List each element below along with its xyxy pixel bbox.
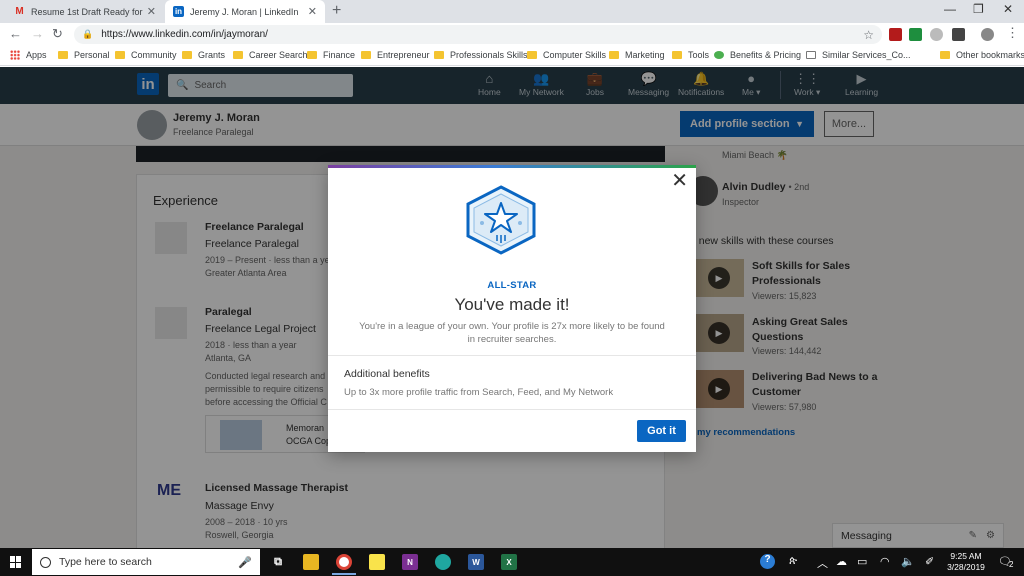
globe-icon [714, 51, 724, 59]
close-tab-icon[interactable]: ✕ [308, 5, 317, 18]
file-explorer-icon[interactable] [303, 554, 319, 570]
benefits-title: Additional benefits [344, 368, 430, 380]
cortana-icon [40, 556, 51, 568]
close-tab-icon[interactable]: ✕ [147, 5, 156, 18]
bookmark-professionals-skills[interactable]: Professionals Skills [434, 50, 528, 60]
chevron-up-icon[interactable]: ︿ [817, 555, 828, 571]
people-icon[interactable]: ጵ [789, 555, 797, 568]
folder-icon [672, 51, 682, 59]
cloud-icon[interactable]: ☁ [836, 555, 847, 568]
bookmark-personal[interactable]: Personal [58, 50, 110, 60]
modal-accent-bar [328, 165, 696, 168]
benefits-text: Up to 3x more profile traffic from Searc… [344, 387, 614, 398]
bookmark-grants[interactable]: Grants [182, 50, 225, 60]
back-icon[interactable]: ← [9, 26, 22, 41]
folder-icon [609, 51, 619, 59]
folder-icon [58, 51, 68, 59]
url-text: https://www.linkedin.com/in/jaymoran/ [101, 29, 268, 40]
bookmark-apps[interactable]: Apps [10, 50, 47, 60]
windows-taskbar: Type here to search 🎤 ⧉ N W X ? ጵ ︿ ☁ ▭ … [0, 548, 1024, 576]
url-bar[interactable]: 🔒 https://www.linkedin.com/in/jaymoran/ … [74, 25, 882, 44]
folder-icon [361, 51, 371, 59]
bookmark-star-icon[interactable]: ☆ [863, 28, 874, 42]
bookmark-tools[interactable]: Tools [672, 50, 709, 60]
bookmark-finance[interactable]: Finance [307, 50, 355, 60]
reload-icon[interactable]: ↻ [52, 26, 63, 42]
chrome-icon[interactable] [336, 554, 352, 570]
tab-title: Jeremy J. Moran | LinkedIn [190, 6, 299, 17]
apps-grid-icon [10, 50, 20, 60]
microphone-icon[interactable]: 🎤 [238, 556, 252, 569]
volume-icon[interactable]: 🔈 [901, 555, 915, 568]
pen-icon[interactable]: ✐ [925, 555, 934, 568]
close-icon[interactable]: ✕ [671, 171, 688, 191]
folder-icon [233, 51, 243, 59]
task-view-icon[interactable]: ⧉ [270, 554, 286, 570]
forward-icon[interactable]: → [31, 26, 44, 41]
taskbar-search-input[interactable]: Type here to search 🎤 [32, 549, 260, 575]
modal-headline: You've made it! [454, 295, 570, 314]
onenote-icon[interactable]: N [402, 554, 418, 570]
folder-icon [182, 51, 192, 59]
menu-kebab-icon[interactable]: ⋮ [1006, 25, 1019, 41]
shield-extension-icon[interactable] [952, 28, 965, 41]
folder-icon [307, 51, 317, 59]
excel-icon[interactable]: X [501, 554, 517, 570]
bookmark-benefits-pricing[interactable]: Benefits & Pricing [714, 50, 801, 60]
window-close-icon[interactable]: ✕ [1003, 2, 1013, 16]
bookmark-community[interactable]: Community [115, 50, 177, 60]
pdf-extension-icon[interactable] [889, 28, 902, 41]
battery-icon[interactable]: ▭ [857, 555, 867, 568]
address-toolbar: ← → ↻ 🔒 https://www.linkedin.com/in/jaym… [0, 23, 1024, 46]
tab-gmail[interactable]: M Resume 1st Draft Ready for Revi ✕ [6, 0, 164, 23]
linkedin-icon: in [173, 6, 184, 17]
bookmark-entrepreneur[interactable]: Entrepreneur [361, 50, 430, 60]
profile-strength-level: ALL-STAR [487, 280, 537, 291]
folder-icon [940, 51, 950, 59]
all-star-modal: ✕ ALL-STAR You've made it! You're in a l… [328, 165, 696, 452]
browser-tab-strip: M Resume 1st Draft Ready for Revi ✕ in J… [0, 0, 1024, 23]
tab-title: Resume 1st Draft Ready for Revi [31, 6, 143, 17]
bookmark-marketing[interactable]: Marketing [609, 50, 665, 60]
bookmark-other[interactable]: Other bookmarks [940, 50, 1024, 60]
modal-divider [328, 409, 696, 410]
gmail-icon: M [15, 6, 24, 17]
all-star-badge-icon [466, 185, 536, 255]
lock-icon: 🔒 [82, 29, 94, 39]
notification-count: 2 [1009, 560, 1014, 569]
maximize-icon[interactable]: ❐ [973, 2, 984, 16]
new-tab-button[interactable]: + [332, 2, 341, 20]
page-icon [806, 51, 816, 59]
circle-extension-icon[interactable] [930, 28, 943, 41]
sticky-notes-icon[interactable] [369, 554, 385, 570]
folder-icon [527, 51, 537, 59]
minimize-icon[interactable]: — [944, 2, 956, 16]
wifi-icon[interactable]: ◠ [880, 555, 890, 568]
bookmark-similar-services[interactable]: Similar Services_Co... [806, 50, 911, 60]
got-it-button[interactable]: Got it [637, 420, 686, 442]
modal-divider [328, 355, 696, 356]
word-icon[interactable]: W [468, 554, 484, 570]
app-icon[interactable] [435, 554, 451, 570]
windows-start-icon[interactable] [10, 556, 22, 568]
system-clock[interactable]: 9:25 AM 3/28/2019 [940, 551, 992, 573]
bookmark-career-search[interactable]: Career Search [233, 50, 308, 60]
bookmark-computer-skills[interactable]: Computer Skills [527, 50, 606, 60]
folder-icon [434, 51, 444, 59]
modal-description: You're in a league of your own. Your pro… [359, 321, 665, 345]
tab-linkedin[interactable]: in Jeremy J. Moran | LinkedIn ✕ [165, 0, 325, 23]
folder-icon [115, 51, 125, 59]
bookmarks-bar: Apps Personal Community Grants Career Se… [0, 46, 1024, 66]
profile-icon[interactable] [981, 28, 994, 41]
check-extension-icon[interactable] [909, 28, 922, 41]
active-app-indicator [332, 573, 356, 575]
linkedin-page: in 🔍 Search ⌂ Home 👥 My Network 💼 Jobs 💬 Mes… [0, 67, 1024, 548]
help-icon[interactable]: ? [760, 554, 775, 569]
